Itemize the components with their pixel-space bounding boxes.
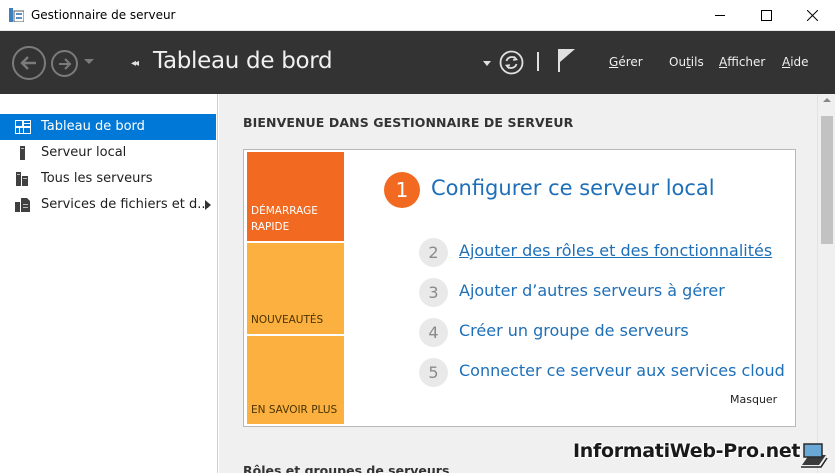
server-manager-icon [9,8,24,22]
tile-quick-start[interactable]: DÉMARRAGE RAPIDE [247,152,344,241]
chevron-right-icon[interactable] [205,200,211,210]
flag-icon[interactable] [556,47,578,73]
back-button[interactable] [12,46,46,80]
hide-link[interactable]: Masquer [730,393,777,406]
dashboard-grid-icon [15,120,31,134]
tile-learn-more[interactable]: EN SAVOIR PLUS [247,336,344,424]
step-4-number: 4 [419,318,448,347]
roles-section-title: Rôles et groupes de serveurs [243,463,450,473]
forward-arrow-icon [58,57,71,70]
toolbar: ◂◂ Tableau de bord Gérer Outils Afficher… [0,31,835,94]
forward-button[interactable] [51,50,78,77]
step-3-link[interactable]: Ajouter d’autres serveurs à gérer [459,281,725,300]
menu-manage[interactable]: Gérer [609,55,643,69]
sidebar-item-label: Services de fichiers et d... [41,197,210,212]
step-4-link[interactable]: Créer un groupe de serveurs [459,321,689,340]
sidebar-item-dashboard[interactable]: Tableau de bord [0,114,216,140]
window-title: Gestionnaire de serveur [31,8,176,22]
step-1-link[interactable]: Configurer ce serveur local [431,176,715,200]
step-3-number: 3 [419,278,448,307]
sidebar: Tableau de bord Serveur local Tous les s… [0,94,218,473]
main-content: BIENVENUE DANS GESTIONNAIRE DE SERVEUR D… [219,94,817,473]
breadcrumb-arrows[interactable]: ◂◂ [131,58,139,69]
close-button[interactable] [789,0,835,31]
sidebar-item-all-servers[interactable]: Tous les serveurs [0,166,216,192]
tile-whats-new[interactable]: NOUVEAUTÉS [247,243,344,334]
step-2-link[interactable]: Ajouter des rôles et des fonctionnalités [459,241,772,260]
file-services-icon [15,198,30,212]
menu-help[interactable]: Aide [782,55,809,69]
step-1-number: 1 [384,172,420,208]
welcome-title: BIENVENUE DANS GESTIONNAIRE DE SERVEUR [243,115,574,130]
minimize-button[interactable] [697,0,743,31]
history-dropdown[interactable] [84,59,94,64]
step-5-number: 5 [419,358,448,387]
scroll-thumb[interactable] [821,116,833,244]
title-dropdown[interactable] [483,61,491,66]
sidebar-item-label: Tableau de bord [41,119,145,134]
vertical-scrollbar[interactable] [817,94,835,473]
watermark-text: InformatiWeb-Pro.net [573,440,801,462]
menu-tools[interactable]: Outils [669,55,704,69]
page-title: Tableau de bord [153,48,333,74]
step-2-number: 2 [419,238,448,267]
window-titlebar: Gestionnaire de serveur [0,0,835,31]
tile-label: RAPIDE [251,221,290,233]
scroll-up-icon[interactable] [823,98,831,102]
servers-icon [16,172,28,186]
sidebar-item-file-services[interactable]: Services de fichiers et d... [0,192,216,218]
close-icon [806,10,818,21]
toolbar-separator [537,52,539,71]
tile-label: EN SAVOIR PLUS [251,404,338,416]
maximize-icon [760,10,772,21]
sidebar-item-label: Tous les serveurs [41,171,153,186]
step-5-link[interactable]: Connecter ce serveur aux services cloud [459,361,785,380]
tile-label: NOUVEAUTÉS [251,314,324,326]
quick-start-card: DÉMARRAGE RAPIDE NOUVEAUTÉS EN SAVOIR PL… [243,149,796,427]
sidebar-item-label: Serveur local [41,145,127,160]
minimize-icon [714,15,725,16]
sidebar-item-local-server[interactable]: Serveur local [0,140,216,166]
watermark-logo-icon [801,443,828,468]
server-icon [20,146,25,160]
refresh-icon[interactable] [499,50,524,75]
maximize-button[interactable] [743,0,789,31]
back-arrow-icon [20,56,36,70]
tile-label: DÉMARRAGE [251,205,318,217]
menu-view[interactable]: Afficher [719,55,765,69]
